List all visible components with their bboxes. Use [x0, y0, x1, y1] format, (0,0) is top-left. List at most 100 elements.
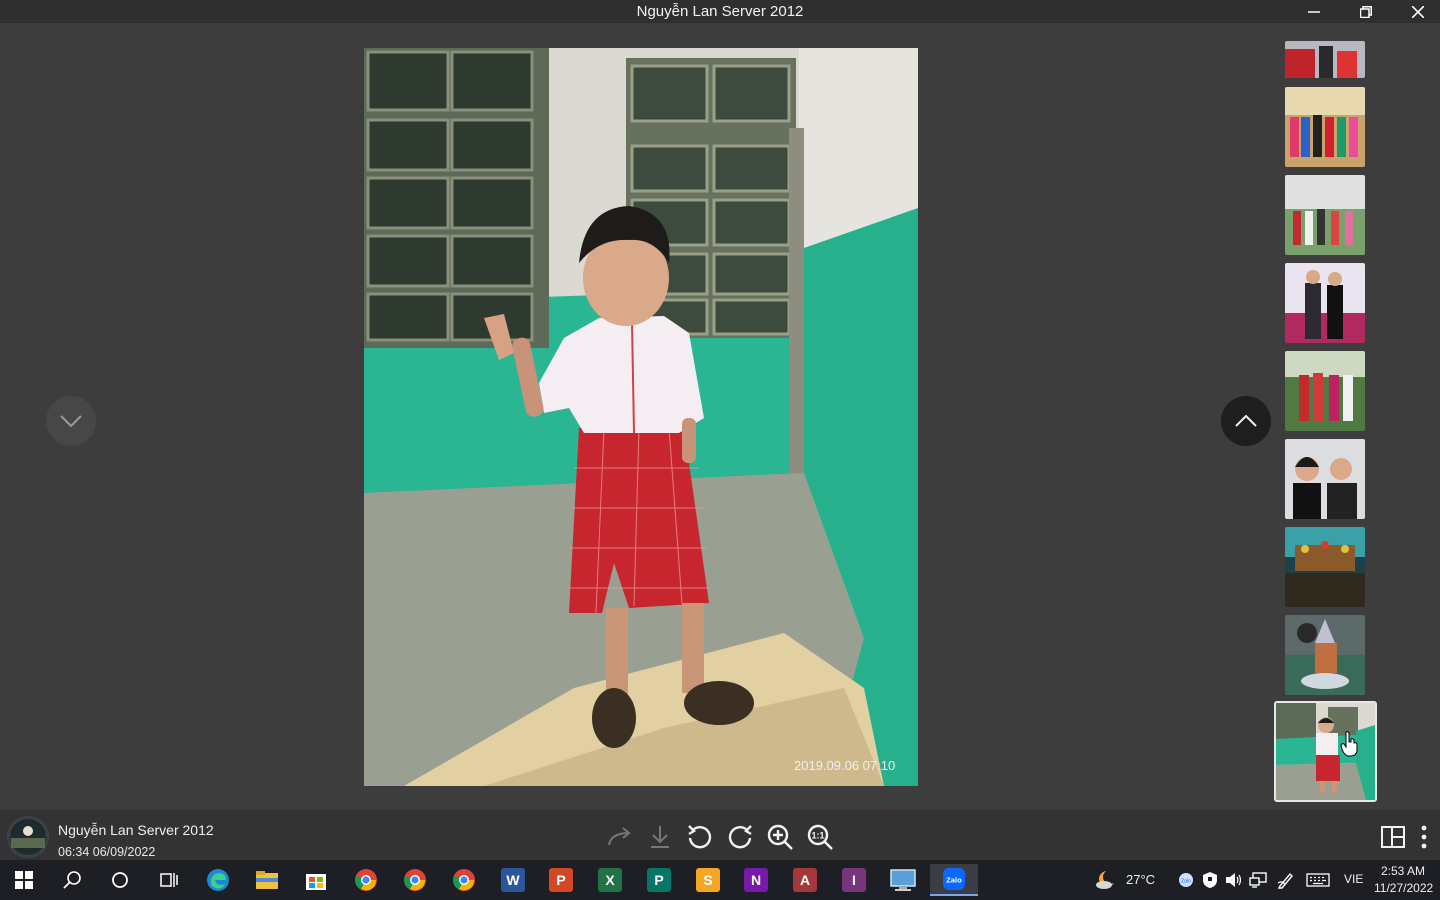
sender-name: Nguyễn Lan Server 2012 — [58, 822, 214, 838]
taskbar-zalo-active[interactable]: Zalo — [930, 864, 978, 896]
taskbar-powerpoint[interactable]: P — [545, 864, 577, 896]
taskbar-access[interactable]: A — [789, 864, 821, 896]
thumbnail-1[interactable] — [1285, 41, 1365, 78]
zalo-small-icon: Zalo — [1179, 873, 1193, 887]
more-vertical-icon — [1421, 825, 1427, 849]
taskbar-edge[interactable] — [202, 864, 234, 896]
svg-text:1:1: 1:1 — [811, 831, 824, 841]
start-button[interactable] — [8, 864, 40, 896]
tray-network[interactable] — [1244, 864, 1272, 896]
clock-date[interactable]: 11/27/2022 — [1374, 881, 1433, 895]
publisher-icon: P — [647, 868, 671, 892]
input-language[interactable]: VIE — [1344, 872, 1363, 886]
more-options-button[interactable] — [1412, 823, 1436, 851]
taskbar-slides[interactable]: S — [692, 864, 724, 896]
thumbnail-4[interactable] — [1285, 263, 1365, 343]
viewer-toolbar: Nguyễn Lan Server 2012 06:34 06/09/2022 … — [0, 810, 1440, 860]
chrome-icon — [404, 869, 426, 891]
forward-arrow-icon — [608, 827, 631, 846]
speaker-icon — [1226, 873, 1242, 887]
chevron-up-icon — [1235, 415, 1257, 427]
download-icon — [651, 826, 669, 848]
title-bar: Nguyễn Lan Server 2012 — [0, 0, 1440, 23]
powerpoint-icon: P — [549, 868, 573, 892]
svg-text:Zalo: Zalo — [946, 876, 962, 885]
chrome-icon — [453, 869, 475, 891]
weather-moon-cloud-icon — [1096, 870, 1117, 889]
infopath-icon: I — [842, 868, 866, 892]
taskbar-store[interactable] — [300, 864, 332, 896]
rotate-right-icon — [728, 825, 752, 849]
edge-icon — [207, 869, 229, 891]
thumbnail-9-selected[interactable] — [1274, 701, 1377, 802]
weather-widget[interactable] — [1090, 864, 1122, 896]
excel-icon: X — [598, 868, 622, 892]
taskbar-chrome-3[interactable] — [448, 864, 480, 896]
tray-pen[interactable] — [1272, 864, 1300, 896]
windows-logo-icon — [15, 871, 33, 889]
weather-temp: 27°C — [1126, 872, 1156, 887]
next-image-button[interactable] — [1221, 396, 1271, 446]
taskbar-chrome-2[interactable] — [399, 864, 431, 896]
remote-desktop-icon — [890, 869, 916, 891]
thumbnail-6[interactable] — [1285, 439, 1365, 519]
main-photo: 2019.09.06 07:10 — [364, 48, 918, 786]
restore-icon — [1360, 5, 1372, 18]
word-icon: W — [501, 868, 525, 892]
minimize-icon — [1308, 10, 1320, 13]
tray-keyboard[interactable] — [1302, 864, 1334, 896]
actual-size-button[interactable]: 1:1 — [806, 823, 834, 851]
close-button[interactable] — [1392, 0, 1440, 23]
zalo-icon: Zalo — [943, 868, 965, 890]
access-icon: A — [793, 868, 817, 892]
previous-image-button[interactable] — [46, 396, 96, 446]
thumbnail-3[interactable] — [1285, 175, 1365, 255]
clock-time[interactable]: 2:53 AM — [1381, 864, 1425, 878]
restore-button[interactable] — [1340, 0, 1392, 23]
layout-toggle-button[interactable] — [1379, 823, 1407, 851]
photo-timestamp: 2019.09.06 07:10 — [794, 758, 895, 773]
avatar[interactable] — [7, 816, 49, 858]
taskbar-word[interactable]: W — [497, 864, 529, 896]
chevron-down-icon — [60, 415, 82, 427]
thumbnail-strip — [1274, 41, 1378, 802]
rotate-left-button[interactable] — [686, 823, 714, 851]
search-icon — [63, 871, 81, 889]
photo-viewer: 2019.09.06 07:10 — [0, 23, 1440, 810]
taskbar-file-explorer[interactable] — [251, 864, 283, 896]
pen-icon — [1277, 872, 1293, 889]
task-view-button[interactable] — [152, 864, 184, 896]
window-title: Nguyễn Lan Server 2012 — [636, 3, 804, 20]
cortana-button[interactable] — [104, 864, 136, 896]
rotate-right-button[interactable] — [726, 823, 754, 851]
layout-panel-icon — [1381, 826, 1405, 848]
thumbnail-7[interactable] — [1285, 527, 1365, 607]
thumbnail-5[interactable] — [1285, 351, 1365, 431]
taskbar-onenote[interactable]: N — [740, 864, 772, 896]
shield-icon — [1203, 872, 1217, 888]
zoom-actual-size-icon: 1:1 — [807, 824, 833, 850]
thumbnail-8[interactable] — [1285, 615, 1365, 695]
taskbar-remote-desktop[interactable] — [887, 864, 919, 896]
taskbar-publisher[interactable]: P — [643, 864, 675, 896]
forward-button[interactable] — [606, 823, 634, 851]
search-button[interactable] — [56, 864, 88, 896]
network-icon — [1249, 872, 1267, 888]
taskbar-excel[interactable]: X — [594, 864, 626, 896]
thumbnail-2[interactable] — [1285, 87, 1365, 167]
svg-text:Zalo: Zalo — [1181, 879, 1191, 885]
zoom-in-button[interactable] — [766, 823, 794, 851]
photo-image: 2019.09.06 07:10 — [364, 48, 918, 786]
taskbar: W P X P S N A I Zalo 27°C Zalo VIE 2:53 … — [0, 860, 1440, 900]
folder-icon — [256, 871, 278, 889]
download-button[interactable] — [646, 823, 674, 851]
minimize-button[interactable] — [1288, 0, 1340, 23]
cortana-icon — [112, 872, 128, 888]
chrome-icon — [355, 869, 377, 891]
taskbar-chrome-1[interactable] — [350, 864, 382, 896]
zoom-in-icon — [767, 824, 793, 850]
sent-time: 06:34 06/09/2022 — [58, 845, 156, 859]
onenote-icon: N — [744, 868, 768, 892]
taskbar-infopath[interactable]: I — [838, 864, 870, 896]
keyboard-icon — [1306, 873, 1330, 887]
